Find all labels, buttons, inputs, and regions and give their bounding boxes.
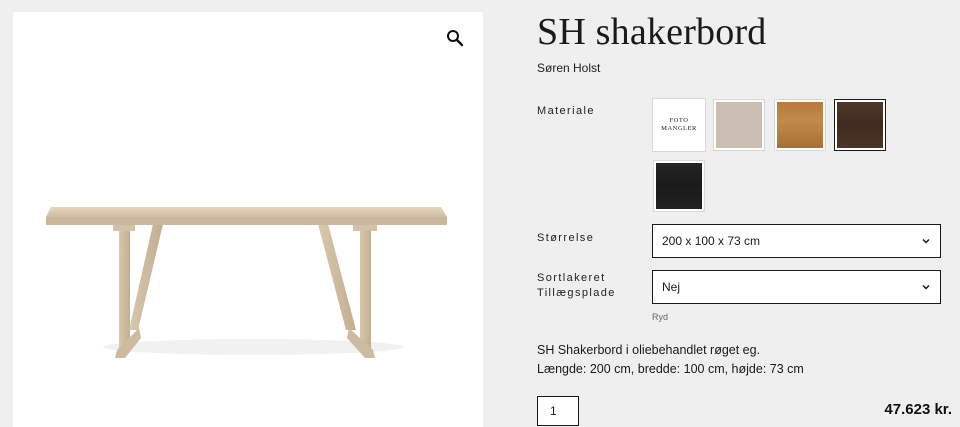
product-title: SH shakerbord [537, 11, 767, 53]
product-description: SH Shakerbord i oliebehandlet røget eg. … [537, 341, 804, 379]
swatch-foto-mangler[interactable]: FOTO MANGLER [652, 98, 706, 152]
leaf-label-line1: Sortlakeret [537, 272, 606, 284]
size-select[interactable]: 200 x 100 x 73 cm [652, 224, 941, 258]
quantity-input[interactable]: 1 [537, 396, 579, 426]
material-label: Materiale [537, 105, 595, 117]
description-line2: Længde: 200 cm, bredde: 100 cm, højde: 7… [537, 362, 804, 376]
size-label: Størrelse [537, 232, 595, 244]
swatch-oak-fill [777, 102, 823, 148]
swatch-smoked-oak[interactable] [834, 99, 886, 151]
product-image-table [46, 207, 447, 358]
size-select-value: 200 x 100 x 73 cm [662, 234, 761, 248]
zoom-button[interactable] [445, 28, 465, 48]
product-image-panel [13, 12, 483, 427]
swatch-black[interactable] [653, 160, 705, 212]
chevron-down-icon [922, 285, 930, 290]
product-price: 47.623 kr. [884, 401, 952, 418]
swatch-light-fill [716, 102, 762, 148]
no-photo-line1: FOTO [669, 117, 689, 124]
search-icon[interactable] [445, 28, 465, 48]
swatch-light[interactable] [713, 99, 765, 151]
swatch-oak[interactable] [774, 99, 826, 151]
leaf-label-line2: Tillægsplade [537, 287, 616, 299]
leaf-select-value: Nej [662, 280, 681, 294]
leaf-select[interactable]: Nej [652, 270, 941, 304]
swatch-black-fill [656, 163, 702, 209]
leaf-label: Sortlakeret Tillægsplade [537, 271, 616, 301]
designer-name: Søren Holst [537, 61, 601, 75]
no-photo-line2: MANGLER [661, 125, 697, 132]
swatch-smoked-oak-fill [837, 102, 883, 148]
clear-selection-link[interactable]: Ryd [652, 312, 668, 322]
chevron-down-icon [922, 239, 930, 244]
no-photo-placeholder: FOTO MANGLER [655, 101, 703, 149]
description-line1: SH Shakerbord i oliebehandlet røget eg. [537, 343, 761, 357]
